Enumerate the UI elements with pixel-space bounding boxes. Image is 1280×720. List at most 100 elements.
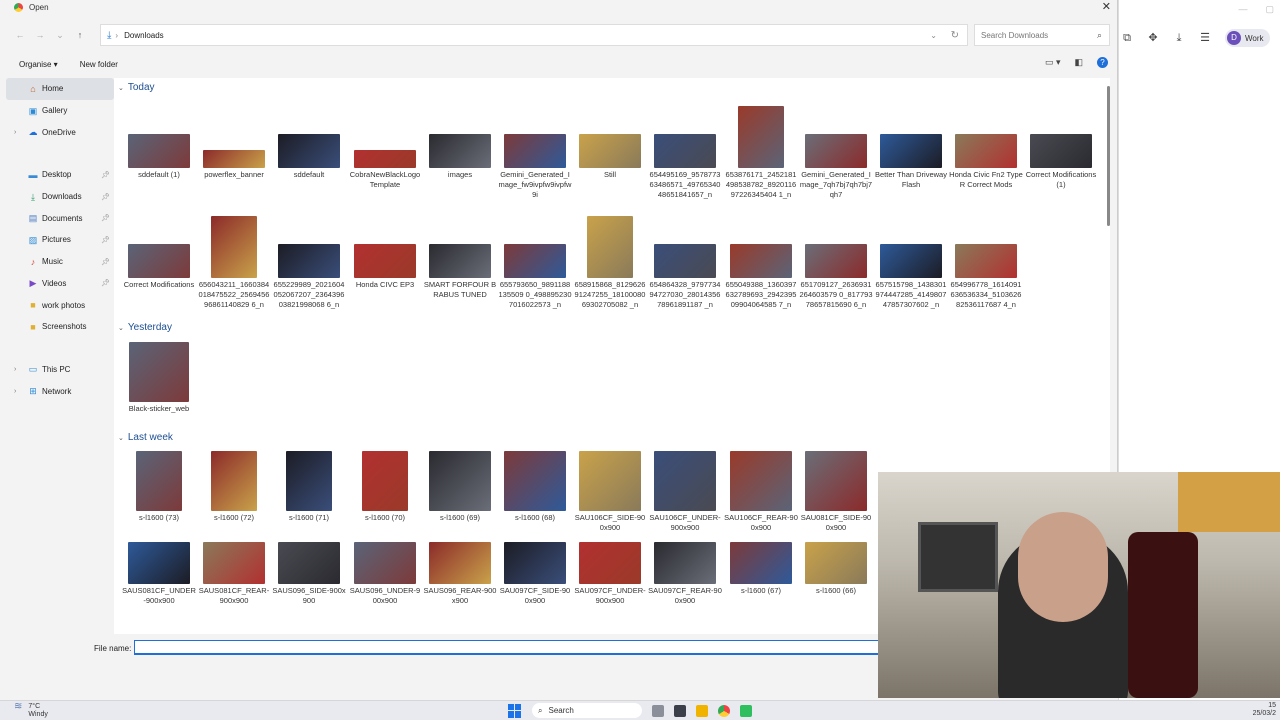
copilot-icon[interactable] <box>652 704 664 717</box>
forward-icon[interactable]: → <box>30 30 50 40</box>
file-item[interactable]: s-l1600 (67) <box>724 542 798 596</box>
maximize-icon[interactable]: ▢ <box>1265 4 1274 15</box>
file-item[interactable]: Still <box>573 134 647 180</box>
chevron-down-icon[interactable]: ⌄ <box>930 31 937 40</box>
file-item[interactable]: Correct Modifications (1) <box>1024 134 1098 190</box>
file-item[interactable]: 657515798_1438301974447285_4149807478573… <box>874 244 948 310</box>
file-item[interactable]: SAU097CF_UNDER-900x900 <box>573 542 647 606</box>
file-item[interactable]: s-l1600 (71) <box>272 451 346 523</box>
task-view-icon[interactable] <box>674 704 686 717</box>
expand-icon[interactable]: › <box>14 366 16 373</box>
file-item[interactable]: 658915868_812962691247255_18100080693027… <box>573 216 647 310</box>
file-explorer-icon[interactable] <box>696 704 708 717</box>
sidebar-item-onedrive[interactable]: › ☁ OneDrive <box>6 121 114 143</box>
file-item[interactable]: s-l1600 (68) <box>498 451 572 523</box>
weather-widget[interactable]: ≋ 7°C Windy <box>14 702 48 719</box>
file-item[interactable]: sddefault <box>272 134 346 180</box>
file-item[interactable]: 654495169_957877363486571_49765340486518… <box>648 134 722 200</box>
address-bar[interactable]: ⤓ › Downloads ⌄ ↻ <box>100 24 968 46</box>
file-item[interactable]: SAUS081CF_REAR-900x900 <box>197 542 271 606</box>
close-icon[interactable]: ✕ <box>1102 0 1111 13</box>
browser-window-controls[interactable]: — ▢ <box>1238 4 1274 15</box>
start-icon[interactable] <box>508 703 522 718</box>
refresh-icon[interactable]: ↻ <box>951 30 959 41</box>
file-item[interactable]: s-l1600 (66) <box>799 542 873 596</box>
recent-dropdown-icon[interactable]: ⌄ <box>50 30 70 41</box>
file-item[interactable]: SAUS096_SIDE-900x900 <box>272 542 346 606</box>
puzzle-icon[interactable]: ✥ <box>1147 32 1159 44</box>
pin-icon[interactable]: 📌︎ <box>101 236 110 244</box>
sidebar-item-downloads[interactable]: ⤓ Downloads 📌︎ <box>6 186 114 208</box>
file-item[interactable]: 656043211_1660384018475522_2569456968611… <box>197 216 271 310</box>
pin-icon[interactable]: 📌︎ <box>101 171 110 179</box>
file-item[interactable]: SAU106CF_REAR-900x900 <box>724 451 798 533</box>
file-item[interactable]: Honda CIVC EP3 <box>348 244 422 290</box>
pin-icon[interactable]: 📌︎ <box>101 214 110 222</box>
file-item[interactable]: SAU106CF_SIDE-900x900 <box>573 451 647 533</box>
group-header-today[interactable]: ⌄ Today <box>118 82 155 93</box>
expand-icon[interactable]: › <box>14 388 16 395</box>
file-item[interactable]: 655229989_2021604052067207_2364396038219… <box>272 244 346 310</box>
file-item[interactable]: 654996778_1614091636536334_5103626825361… <box>949 244 1023 310</box>
filename-field[interactable] <box>134 640 884 655</box>
file-item[interactable]: Gemini_Generated_Image_7qh7bj7qh7bj7qh7 <box>799 134 873 200</box>
clock[interactable]: 15 25/03/2 <box>1253 702 1276 718</box>
preview-pane-icon[interactable]: ◧ <box>1074 57 1083 68</box>
chrome-icon[interactable] <box>718 704 730 717</box>
file-item[interactable]: 655793650_9891188135509 0_49889523070160… <box>498 244 572 310</box>
file-item[interactable]: s-l1600 (70) <box>348 451 422 523</box>
up-icon[interactable]: ↑ <box>70 30 90 40</box>
file-item[interactable]: Correct Modifications <box>122 244 196 290</box>
sidebar-item-videos[interactable]: ▶ Videos 📌︎ <box>6 273 114 295</box>
expand-icon[interactable]: › <box>14 129 16 136</box>
scrollbar[interactable] <box>1107 86 1110 226</box>
file-item[interactable]: SAU097CF_REAR-900x900 <box>648 542 722 606</box>
sidebar-item-work-photos[interactable]: ■ work photos <box>6 294 114 316</box>
file-item[interactable]: s-l1600 (73) <box>122 451 196 523</box>
sidebar-item-home[interactable]: ⌂ Home <box>6 78 114 100</box>
download-icon[interactable]: ⤓ <box>1173 32 1185 44</box>
extensions-icon[interactable]: ⧉ <box>1121 32 1133 44</box>
new-folder-button[interactable]: New folder <box>80 60 118 69</box>
breadcrumb[interactable]: Downloads <box>124 31 164 40</box>
file-item[interactable]: SAU097CF_SIDE-900x900 <box>498 542 572 606</box>
group-header-last-week[interactable]: ⌄ Last week <box>118 432 173 443</box>
file-item[interactable]: Honda Civic Fn2 TypeR Correct Mods <box>949 134 1023 190</box>
file-item[interactable]: Better Than Driveway Flash <box>874 134 948 190</box>
group-header-yesterday[interactable]: ⌄ Yesterday <box>118 322 172 333</box>
file-item[interactable]: 653876171_2452181498538782_8920116972263… <box>724 106 798 200</box>
pin-icon[interactable]: 📌︎ <box>101 193 110 201</box>
file-item[interactable]: SAUS096_REAR-900x900 <box>423 542 497 606</box>
organise-button[interactable]: Organise ▾ <box>19 60 58 69</box>
profile-button[interactable]: D Work <box>1225 29 1270 47</box>
view-options-icon[interactable]: ▭ ▾ <box>1045 57 1061 68</box>
sidebar-item-pictures[interactable]: ▨ Pictures 📌︎ <box>6 229 114 251</box>
sidebar-item-documents[interactable]: ▤ Documents 📌︎ <box>6 207 114 229</box>
breadcrumb-separator-icon[interactable]: › <box>115 31 118 40</box>
help-icon[interactable]: ? <box>1097 57 1108 68</box>
file-item[interactable]: s-l1600 (72) <box>197 451 271 523</box>
app-icon[interactable] <box>740 704 752 717</box>
pin-icon[interactable]: 📌︎ <box>101 279 110 287</box>
sidebar-item-gallery[interactable]: ▣ Gallery <box>6 100 114 122</box>
minimize-icon[interactable]: — <box>1238 4 1247 15</box>
sidebar-item-network[interactable]: › ⊞ Network <box>6 380 114 402</box>
file-item[interactable]: SAUS096_UNDER-900x900 <box>348 542 422 606</box>
back-icon[interactable]: ← <box>10 30 30 40</box>
file-item[interactable]: s-l1600 (69) <box>423 451 497 523</box>
sidebar-item-music[interactable]: ♪ Music 📌︎ <box>6 251 114 273</box>
file-item[interactable]: Gemini_Generated_Image_fw9ivpfw9ivpfw9i <box>498 134 572 200</box>
sidebar-item-this-pc[interactable]: › ▭ This PC <box>6 359 114 381</box>
file-item[interactable]: 655049388_1360397632789693_2942395099040… <box>724 244 798 310</box>
taskbar-search[interactable]: ⌕ Search <box>532 703 642 718</box>
file-item[interactable]: images <box>423 134 497 180</box>
file-item[interactable]: SMART FORFOUR BRABUS TUNED <box>423 244 497 300</box>
file-item[interactable]: CobraNewBlackLogoTemplate <box>348 150 422 190</box>
search-input[interactable]: Search Downloads ⌕ <box>974 24 1110 46</box>
file-item[interactable]: SAU081CF_SIDE-900x900 <box>799 451 873 533</box>
file-item[interactable]: Black-sticker_web <box>122 342 196 414</box>
pin-icon[interactable]: 📌︎ <box>101 258 110 266</box>
sidebar-item-desktop[interactable]: ▬ Desktop 📌︎ <box>6 164 114 186</box>
file-item[interactable]: 651709127_2636931264603579 0_81779378657… <box>799 244 873 310</box>
file-item[interactable]: SAUS081CF_UNDER-900x900 <box>122 542 196 606</box>
